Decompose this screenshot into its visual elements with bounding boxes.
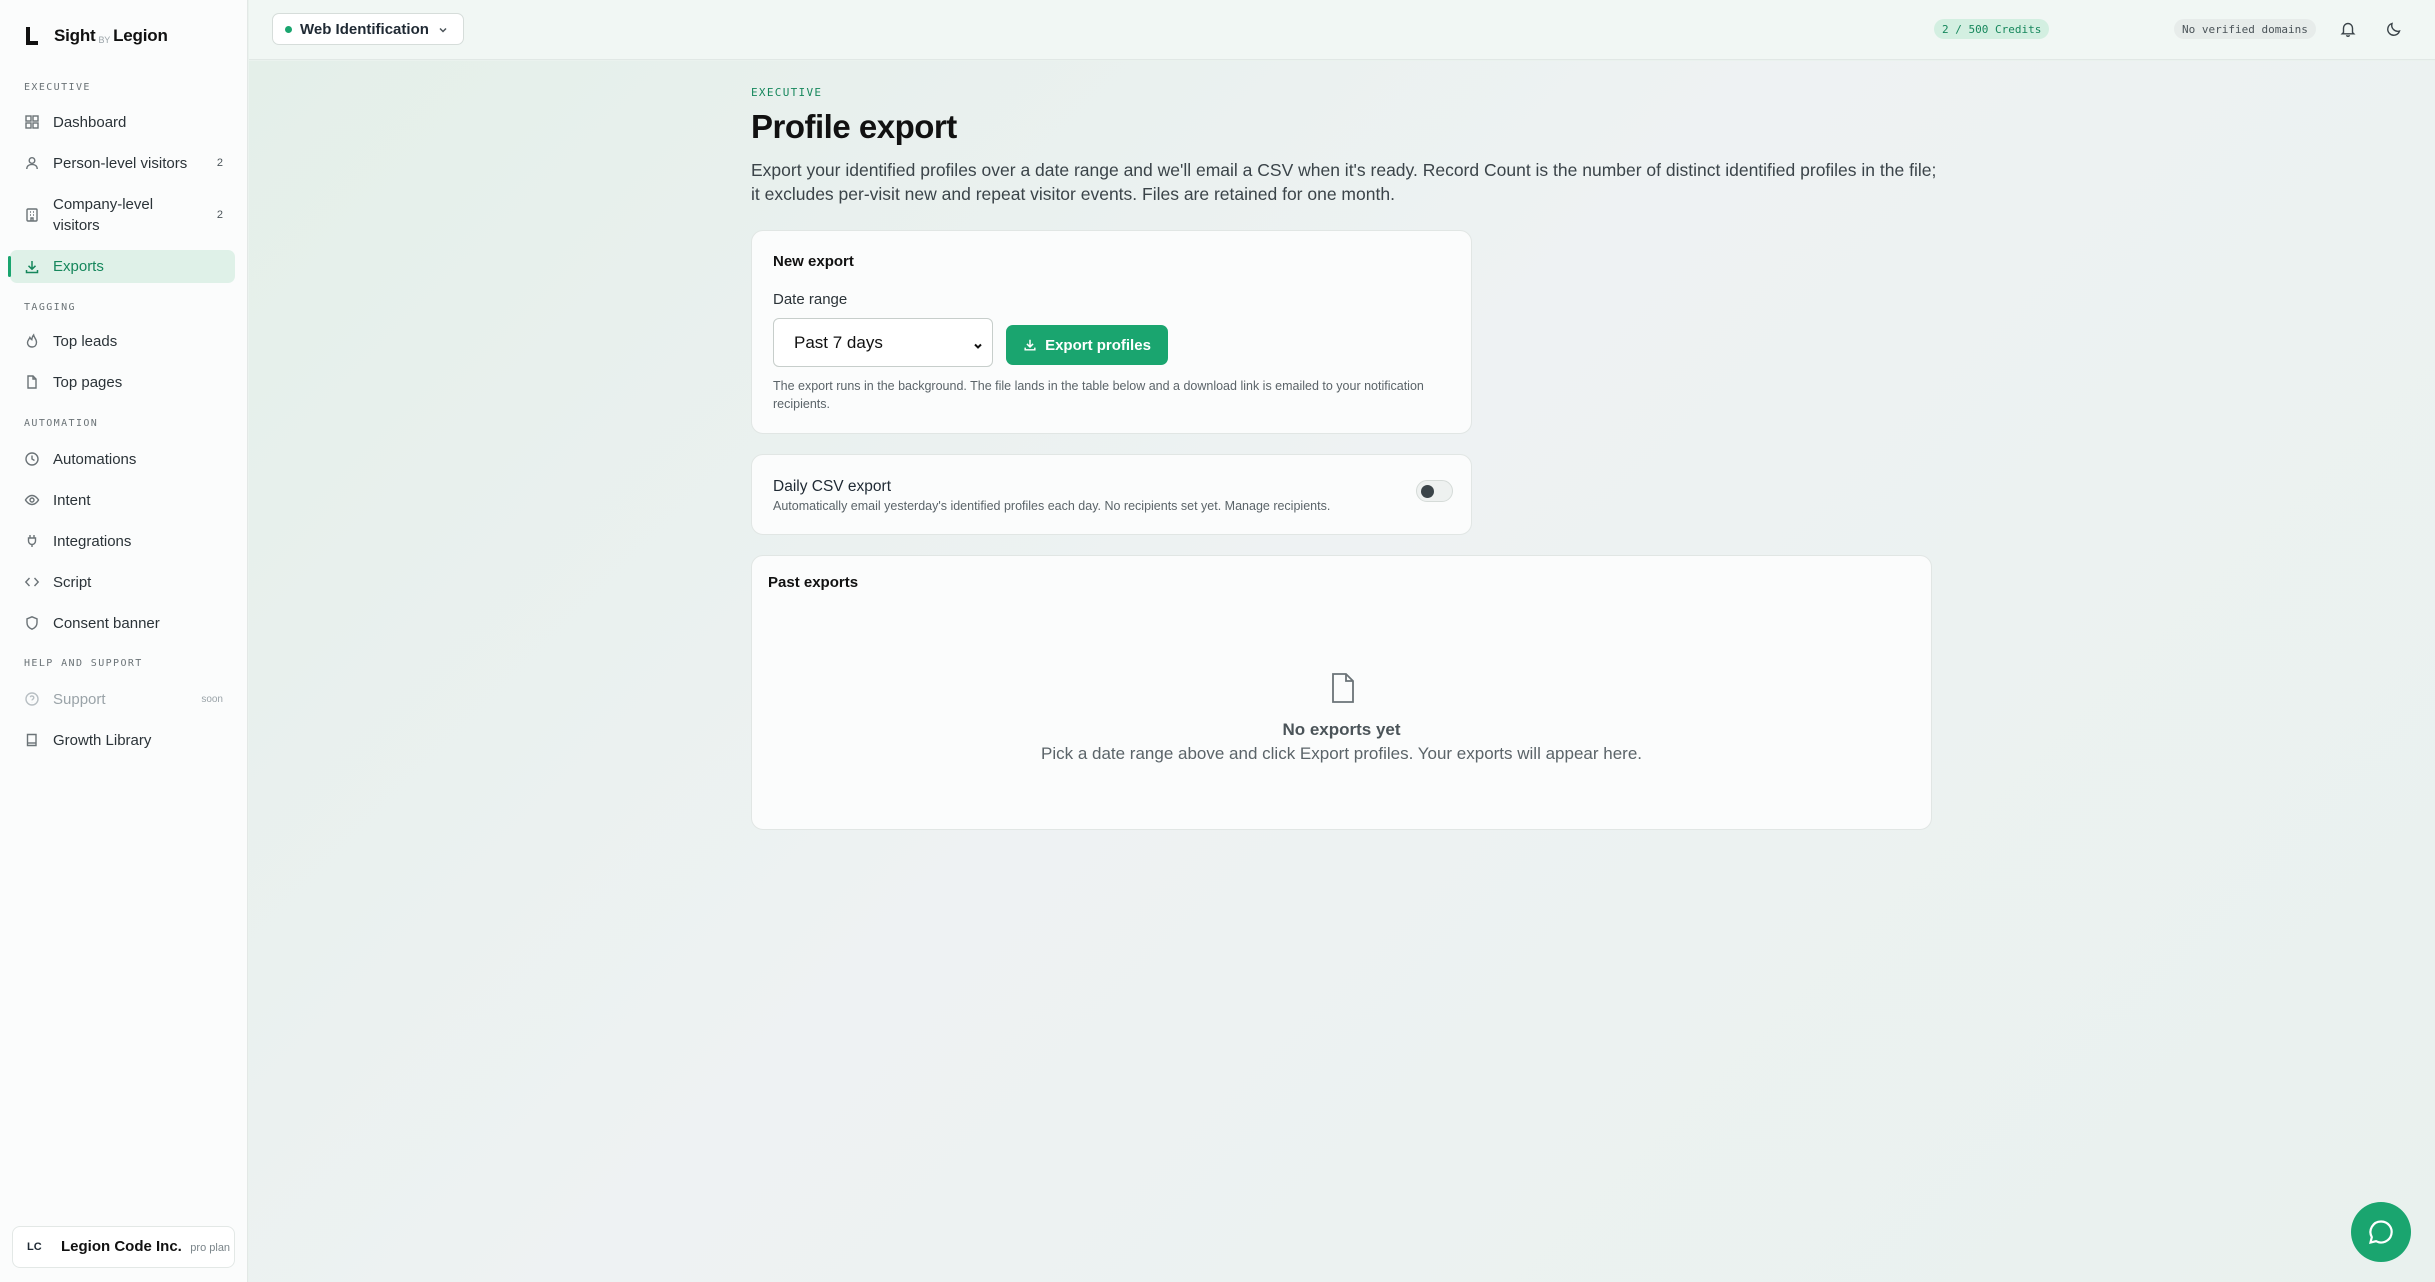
page-eyebrow: EXECUTIVE — [751, 86, 823, 99]
flame-icon — [24, 333, 40, 349]
past-exports-title: Past exports — [768, 574, 859, 591]
chat-bubble-icon — [2369, 1220, 2393, 1244]
verified-domains-badge[interactable]: No verified domains — [2174, 19, 2316, 39]
sidebar-item-label: Company-level — [53, 196, 154, 213]
new-export-title: New export — [773, 253, 854, 270]
export-help-text: The export runs in the background. The f… — [773, 379, 1424, 411]
section-label-tagging: TAGGING — [24, 302, 76, 313]
account-plan: pro plan — [190, 1242, 231, 1254]
bell-icon[interactable] — [2339, 20, 2357, 38]
avatar: LC — [27, 1241, 42, 1253]
section-label-help-and-support: HELP AND SUPPORT — [24, 658, 143, 669]
sidebar-item-label: Support — [53, 690, 106, 708]
empty-state-title: No exports yet — [1282, 720, 1401, 739]
daily-export-subtitle: Automatically email yesterday's identifi… — [773, 499, 1331, 513]
sidebar-item-label: Automations — [53, 450, 137, 468]
user-icon — [24, 155, 40, 171]
daily-export-toggle[interactable] — [1416, 480, 1453, 502]
section-label-automation: AUTOMATION — [24, 418, 99, 429]
count-badge: 2 — [216, 157, 223, 169]
sidebar-item-label: Dashboard — [53, 113, 127, 131]
sidebar-item-company-level-visitors[interactable]: Company-level visitors 2 — [10, 190, 235, 240]
plug-icon — [24, 533, 40, 549]
page-title: Profile export — [751, 108, 957, 145]
sidebar-item-person-level-visitors[interactable]: Person-level visitors 2 — [10, 148, 235, 178]
chevron-down-icon — [972, 337, 984, 349]
account-name: Legion Code Inc. — [61, 1238, 182, 1255]
daily-csv-export-card: Daily CSV export Automatically email yes… — [751, 454, 1472, 535]
moon-icon[interactable] — [2385, 20, 2403, 38]
sidebar: Sight BY Legion EXECUTIVE Dashboard Person… — [0, 0, 248, 1282]
legion-logo-icon — [24, 25, 40, 47]
sidebar-item-top-pages[interactable]: Top pages — [10, 367, 235, 397]
file-icon — [24, 374, 40, 390]
status-dot-icon — [285, 25, 292, 33]
export-profiles-label: Export profiles — [1045, 336, 1151, 354]
code-icon — [24, 574, 40, 590]
workspace-name: Web Identification — [300, 20, 429, 38]
clock-icon — [24, 451, 40, 467]
sidebar-item-label: Top pages — [53, 373, 123, 391]
toggle-knob — [1421, 485, 1434, 498]
account-switcher[interactable]: LC Legion Code Inc. pro plan — [12, 1226, 235, 1268]
chat-launcher-button[interactable] — [2351, 1202, 2411, 1262]
sidebar-item-label: Script — [53, 573, 92, 591]
brand-name: Sight — [54, 26, 96, 45]
sidebar-item-label: visitors — [53, 217, 100, 234]
section-label-executive: EXECUTIVE — [24, 82, 91, 93]
eye-icon — [24, 492, 40, 508]
help-circle-icon — [24, 691, 40, 707]
download-icon — [24, 259, 40, 275]
sidebar-item-growth-library[interactable]: Growth Library — [10, 725, 235, 755]
sidebar-item-dashboard[interactable]: Dashboard — [10, 107, 235, 137]
sidebar-item-consent-banner[interactable]: Consent banner — [10, 608, 235, 638]
brand-by: BY — [98, 35, 111, 45]
sidebar-item-integrations[interactable]: Integrations — [10, 526, 235, 556]
sidebar-item-label: Consent banner — [53, 614, 160, 632]
count-badge: 2 — [216, 209, 223, 221]
chevron-down-icon — [437, 23, 449, 35]
main-content: EXECUTIVE Profile export Export your ide… — [249, 61, 2435, 1282]
date-range-select[interactable]: Past 7 days — [773, 318, 993, 367]
shield-icon — [24, 615, 40, 631]
sidebar-item-label: Integrations — [53, 532, 132, 550]
credits-badge[interactable]: 2 / 500 Credits — [1934, 19, 2050, 39]
soon-badge: soon — [201, 693, 223, 705]
past-exports-card: Past exports No exports yet Pick a date … — [751, 555, 1932, 830]
top-bar: Web Identification 2 / 500 Credits No ve… — [249, 0, 2435, 60]
brand-company: Legion — [113, 26, 168, 45]
sidebar-item-exports[interactable]: Exports — [8, 250, 235, 283]
date-range-label: Date range — [773, 291, 848, 308]
sidebar-item-label: Person-level visitors — [53, 154, 188, 172]
sidebar-item-label: Intent — [53, 491, 91, 509]
empty-state-subtitle: Pick a date range above and click Export… — [1040, 744, 1642, 763]
export-profiles-button[interactable]: Export profiles — [1006, 325, 1168, 365]
sidebar-item-top-leads[interactable]: Top leads — [10, 326, 235, 356]
grid-icon — [24, 114, 40, 130]
workspace-switcher[interactable]: Web Identification — [272, 13, 464, 45]
sidebar-item-label: Top leads — [53, 332, 118, 350]
page-description: Export your identified profiles over a d… — [751, 160, 1937, 204]
sidebar-item-intent[interactable]: Intent — [10, 485, 235, 515]
sidebar-item-script[interactable]: Script — [10, 567, 235, 597]
sidebar-item-automations[interactable]: Automations — [10, 444, 235, 474]
sidebar-item-label: Exports — [53, 258, 104, 275]
sidebar-item-label: Growth Library — [53, 731, 152, 749]
new-export-card: New export Date range Past 7 days Export… — [751, 230, 1472, 434]
building-icon — [24, 207, 40, 223]
sidebar-item-support[interactable]: Support soon — [10, 684, 235, 714]
download-icon — [1024, 339, 1036, 351]
daily-export-title: Daily CSV export — [773, 478, 892, 495]
brand-logo[interactable]: Sight BY Legion — [24, 22, 168, 50]
book-icon — [24, 732, 40, 748]
file-icon — [1329, 672, 1357, 704]
date-range-value: Past 7 days — [794, 332, 883, 352]
